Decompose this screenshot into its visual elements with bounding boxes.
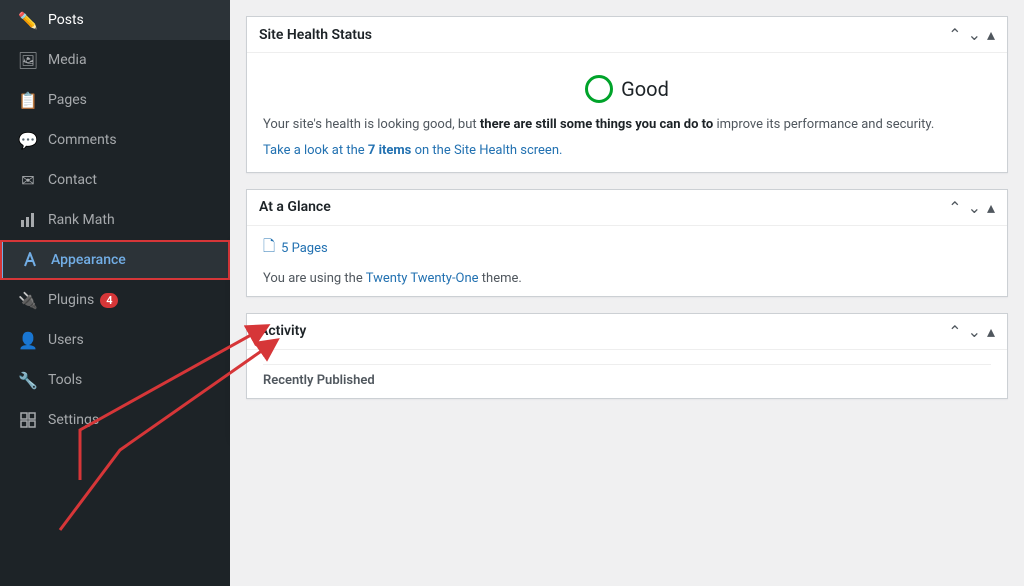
plugins-badge: 4 — [100, 293, 118, 308]
sidebar-item-settings-label: Settings — [48, 412, 99, 428]
sidebar-item-rank-math[interactable]: Rank Math — [0, 200, 230, 240]
health-circle-icon — [585, 75, 613, 103]
plugins-icon: 🔌 — [16, 288, 40, 312]
sidebar-item-pages[interactable]: 📋 Pages — [0, 80, 230, 120]
sidebar-item-contact[interactable]: ✉ Contact — [0, 160, 230, 200]
glance-theme-prefix: You are using the — [263, 271, 366, 286]
at-a-glance-title: At a Glance — [259, 199, 331, 215]
at-a-glance-controls: ⌃ ⌄ ▴ — [948, 198, 995, 217]
sidebar-item-users-label: Users — [48, 332, 84, 348]
collapse-down-icon[interactable]: ⌄ — [968, 25, 981, 44]
activity-body: Recently Published — [247, 350, 1007, 398]
tools-icon: 🔧 — [16, 368, 40, 392]
health-link[interactable]: Take a look at the 7 items on the Site H… — [263, 143, 562, 158]
sidebar-item-tools[interactable]: 🔧 Tools — [0, 360, 230, 400]
activity-title: Activity — [259, 323, 306, 339]
glance-up-icon[interactable]: ⌃ — [948, 198, 961, 217]
sidebar-item-rank-math-label: Rank Math — [48, 212, 115, 228]
glance-theme: You are using the Twenty Twenty-One them… — [263, 271, 991, 286]
site-health-header: Site Health Status ⌃ ⌄ ▴ — [247, 17, 1007, 53]
posts-icon: ✏️ — [16, 8, 40, 32]
comments-icon: 💬 — [16, 128, 40, 152]
glance-theme-link[interactable]: Twenty Twenty-One — [366, 271, 479, 286]
pages-icon: 📋 — [16, 88, 40, 112]
rank-math-icon — [16, 208, 40, 232]
glance-theme-suffix: theme. — [479, 271, 522, 286]
pages-stat-icon: 🗋 — [263, 236, 275, 261]
health-status: Good — [263, 75, 991, 103]
activity-widget: Activity ⌃ ⌄ ▴ Recently Published — [246, 313, 1008, 399]
at-a-glance-body: 🗋 5 Pages You are using the Twenty Twent… — [247, 226, 1007, 296]
glance-stats: 🗋 5 Pages — [263, 236, 991, 261]
sidebar-item-contact-label: Contact — [48, 172, 97, 188]
activity-header: Activity ⌃ ⌄ ▴ — [247, 314, 1007, 350]
minimize-icon[interactable]: ▴ — [987, 25, 995, 44]
sidebar-item-comments[interactable]: 💬 Comments — [0, 120, 230, 160]
pages-stat[interactable]: 🗋 5 Pages — [263, 236, 328, 261]
users-icon: 👤 — [16, 328, 40, 352]
sidebar-item-posts[interactable]: ✏️ Posts — [0, 0, 230, 40]
activity-controls: ⌃ ⌄ ▴ — [948, 322, 995, 341]
settings-icon — [16, 408, 40, 432]
media-icon: 🖼 — [16, 48, 40, 72]
sidebar-item-plugins[interactable]: 🔌 Plugins 4 — [0, 280, 230, 320]
recently-published-label: Recently Published — [263, 364, 991, 388]
sidebar-item-media-label: Media — [48, 52, 87, 68]
sidebar-item-appearance-label: Appearance — [51, 252, 126, 268]
sidebar-item-tools-label: Tools — [48, 372, 82, 388]
sidebar-item-comments-label: Comments — [48, 132, 117, 148]
glance-down-icon[interactable]: ⌄ — [968, 198, 981, 217]
activity-down-icon[interactable]: ⌄ — [968, 322, 981, 341]
sidebar: ✏️ Posts 🖼 Media 📋 Pages 💬 Comments ✉ Co… — [0, 0, 230, 586]
site-health-title: Site Health Status — [259, 27, 372, 43]
sidebar-item-settings[interactable]: Settings — [0, 400, 230, 440]
activity-up-icon[interactable]: ⌃ — [948, 322, 961, 341]
contact-icon: ✉ — [16, 168, 40, 192]
sidebar-item-media[interactable]: 🖼 Media — [0, 40, 230, 80]
site-health-widget: Site Health Status ⌃ ⌄ ▴ Good Your site'… — [246, 16, 1008, 173]
sidebar-item-pages-label: Pages — [48, 92, 87, 108]
pages-count: 5 Pages — [281, 241, 328, 256]
main-content: Site Health Status ⌃ ⌄ ▴ Good Your site'… — [230, 0, 1024, 586]
glance-minimize-icon[interactable]: ▴ — [987, 198, 995, 217]
sidebar-item-users[interactable]: 👤 Users — [0, 320, 230, 360]
appearance-icon — [19, 248, 43, 272]
at-a-glance-header: At a Glance ⌃ ⌄ ▴ — [247, 190, 1007, 226]
sidebar-item-posts-label: Posts — [48, 12, 84, 28]
collapse-up-icon[interactable]: ⌃ — [948, 25, 961, 44]
activity-minimize-icon[interactable]: ▴ — [987, 322, 995, 341]
health-description: Your site's health is looking good, but … — [263, 115, 991, 135]
sidebar-item-plugins-label: Plugins — [48, 292, 94, 308]
site-health-controls: ⌃ ⌄ ▴ — [948, 25, 995, 44]
sidebar-item-appearance[interactable]: Appearance Themes Customize Widgets Menu… — [0, 240, 230, 280]
health-status-label: Good — [621, 77, 669, 101]
at-a-glance-widget: At a Glance ⌃ ⌄ ▴ 🗋 5 Pages You are usin… — [246, 189, 1008, 297]
site-health-body: Good Your site's health is looking good,… — [247, 53, 1007, 172]
